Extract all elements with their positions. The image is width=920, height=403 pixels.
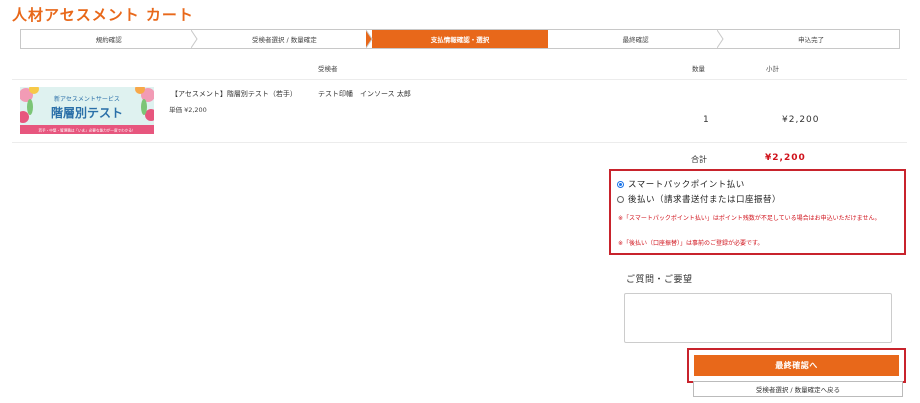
- step-payment: 支払情報確認・選択: [372, 30, 548, 48]
- total-label: 合計: [691, 155, 707, 164]
- payment-method-box: スマートパックポイント払い 後払い（請求書送付または口座振替） ※「スマートパッ…: [609, 169, 906, 255]
- payment-option-deferred[interactable]: 後払い（請求書送付または口座振替）: [617, 193, 781, 205]
- banner-line3: 若手・中堅・管理職は「いま」必要な能力が一度でわかる！: [38, 128, 135, 133]
- step-label: 規約確認: [95, 36, 122, 44]
- divider: [12, 142, 907, 143]
- product-banner-image: 新アセスメントサービス 階層別テスト 若手・中堅・管理職は「いま」必要な能力が一…: [20, 87, 154, 134]
- examinee-name: テスト印幡 インソース 太郎: [318, 90, 411, 98]
- step-terms: 規約確認: [21, 30, 198, 48]
- chevron-right-icon: [717, 30, 724, 48]
- product-thumbnail[interactable]: 新アセスメントサービス 階層別テスト 若手・中堅・管理職は「いま」必要な能力が一…: [20, 87, 154, 134]
- total-value: ¥2,200: [765, 153, 806, 163]
- payment-note-deferred: ※「後払い（口座振替）」は事前のご登録が必要です。: [618, 240, 764, 247]
- step-label: 最終確認: [622, 36, 649, 44]
- chevron-right-icon: [541, 30, 548, 48]
- step-label: 申込完了: [798, 36, 825, 44]
- payment-option-label: スマートパックポイント払い: [628, 180, 745, 190]
- final-confirm-button[interactable]: 最終確認へ: [694, 355, 899, 376]
- subtotal-value: ¥2,200: [782, 115, 820, 125]
- unit-price: 単価 ¥2,200: [169, 106, 207, 114]
- question-label: ご質問・ご要望: [626, 275, 693, 285]
- col-header-qty: 数量: [692, 65, 705, 73]
- quantity-value: 1: [703, 115, 709, 125]
- final-button-highlight: 最終確認へ: [687, 348, 906, 383]
- payment-option-label: 後払い（請求書送付または口座振替）: [628, 195, 782, 205]
- step-final: 最終確認: [548, 30, 724, 48]
- col-header-examinee: 受検者: [318, 65, 338, 73]
- back-button[interactable]: 受検者選択 / 数量確定へ戻る: [693, 381, 903, 397]
- chevron-right-icon: [366, 30, 373, 48]
- col-header-subtotal: 小計: [766, 65, 779, 73]
- page-title: 人材アセスメント カート: [12, 6, 194, 24]
- progress-steps: 規約確認 受検者選択 / 数量確定 支払情報確認・選択 最終確認 申込完了: [20, 29, 900, 49]
- radio-button-checked[interactable]: [617, 180, 624, 188]
- step-examinee: 受検者選択 / 数量確定: [197, 30, 373, 48]
- question-textarea[interactable]: [624, 293, 892, 343]
- step-label: 受検者選択 / 数量確定: [251, 36, 317, 44]
- banner-line2: 階層別テスト: [51, 105, 123, 120]
- chevron-right-icon: [190, 30, 198, 48]
- step-label: 支払情報確認・選択: [430, 36, 490, 44]
- radio-button[interactable]: [617, 195, 624, 203]
- banner-line1: 新アセスメントサービス: [54, 95, 120, 103]
- step-complete: 申込完了: [723, 30, 899, 48]
- product-name[interactable]: 【アセスメント】階層別テスト（若手）: [171, 89, 297, 99]
- payment-note-point: ※「スマートパックポイント払い」はポイント残数が不足している場合はお申込いただけ…: [618, 215, 881, 222]
- payment-option-point[interactable]: スマートパックポイント払い: [617, 178, 745, 190]
- divider: [12, 79, 907, 80]
